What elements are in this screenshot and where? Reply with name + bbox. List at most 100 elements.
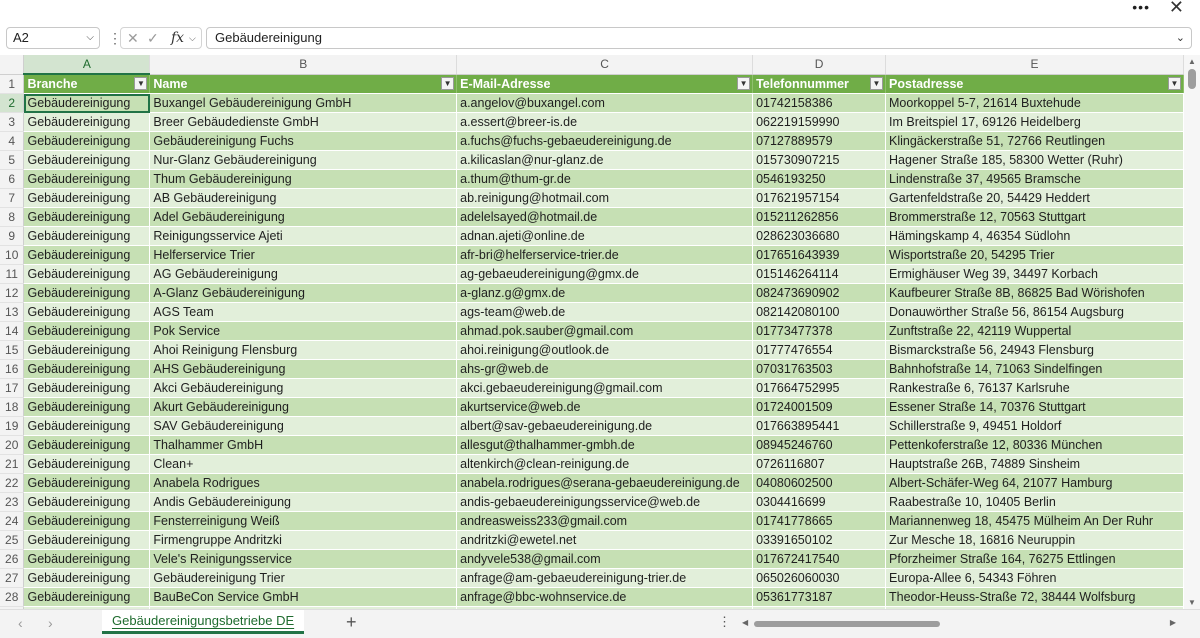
filter-dropdown-icon[interactable]: ▼ xyxy=(134,77,148,90)
cell-telefon[interactable]: 07127889579 xyxy=(752,131,887,151)
table-header-telefon[interactable]: Telefonnummer ▼ xyxy=(752,74,887,94)
cell-name[interactable]: Clean+ xyxy=(149,454,458,474)
cell-telefon[interactable]: 017664752995 xyxy=(752,378,887,398)
filter-dropdown-icon[interactable]: ▼ xyxy=(1168,76,1181,90)
cell-email[interactable]: a.thum@thum-gr.de xyxy=(456,169,754,189)
cell-name[interactable]: Akurt Gebäudereinigung xyxy=(149,397,458,417)
row-header[interactable]: 26 xyxy=(0,549,25,569)
filter-dropdown-icon[interactable]: ▼ xyxy=(870,76,884,90)
cell-name[interactable]: AG Gebäudereinigung xyxy=(149,264,458,284)
filter-dropdown-icon[interactable]: ▼ xyxy=(737,76,751,90)
cell-email[interactable]: andis-gebaeudereinigungsservice@web.de xyxy=(456,492,754,512)
cell-telefon[interactable]: 017651643939 xyxy=(752,245,887,265)
cell-postadresse[interactable]: Schillerstraße 9, 49451 Holdorf xyxy=(885,416,1184,436)
cell-branche[interactable]: Gebäudereinigung xyxy=(23,226,151,246)
scroll-right-icon[interactable]: ▶ xyxy=(1170,618,1176,627)
cell-email[interactable]: a-glanz.g@gmx.de xyxy=(456,283,754,303)
cell-name[interactable]: Anabela Rodrigues xyxy=(149,473,458,493)
cell-postadresse[interactable]: Brommerstraße 12, 70563 Stuttgart xyxy=(885,207,1184,227)
cell-email[interactable]: adnan.ajeti@online.de xyxy=(456,226,754,246)
cell-branche[interactable]: Gebäudereinigung xyxy=(23,435,151,455)
cell-postadresse[interactable]: Wisportstraße 20, 54295 Trier xyxy=(885,245,1184,265)
cell-telefon[interactable]: 04080602500 xyxy=(752,473,887,493)
cell-postadresse[interactable]: Pforzheimer Straße 164, 76275 Ettlingen xyxy=(885,549,1184,569)
table-header-branche[interactable]: Branche ▼ xyxy=(23,74,151,94)
cell-postadresse[interactable]: Donauwörther Straße 56, 86154 Augsburg xyxy=(885,302,1184,322)
cell-name[interactable]: Gebäudereinigung Trier xyxy=(149,568,458,588)
cell-email[interactable]: ag-gebaeudereinigung@gmx.de xyxy=(456,264,754,284)
previous-sheet-icon[interactable]: ‹ xyxy=(18,615,23,631)
cell-email[interactable]: a.essert@breer-is.de xyxy=(456,112,754,132)
cell-email[interactable]: andreasweiss233@gmail.com xyxy=(456,511,754,531)
row-header[interactable]: 14 xyxy=(0,321,25,341)
row-header[interactable]: 12 xyxy=(0,283,25,303)
row-header[interactable]: 22 xyxy=(0,473,25,493)
cell-telefon[interactable]: 01773477378 xyxy=(752,321,887,341)
cell-email[interactable]: ags-team@web.de xyxy=(456,302,754,322)
cell-name[interactable]: Firmengruppe Andritzki xyxy=(149,530,458,550)
chevron-down-icon[interactable]: ⌵ xyxy=(86,28,94,48)
row-header[interactable]: 20 xyxy=(0,435,25,455)
cell-telefon[interactable]: 062219159990 xyxy=(752,112,887,132)
cell-name[interactable]: Helferservice Trier xyxy=(149,245,458,265)
scroll-left-icon[interactable]: ◀ xyxy=(742,618,748,627)
cell-branche[interactable]: Gebäudereinigung xyxy=(23,264,151,284)
cell-branche[interactable]: Gebäudereinigung xyxy=(23,549,151,569)
column-header-a[interactable]: A xyxy=(23,55,151,75)
cell-postadresse[interactable]: Ermighäuser Weg 39, 34497 Korbach xyxy=(885,264,1184,284)
cell-name[interactable]: Fensterreinigung Weiß xyxy=(149,511,458,531)
cell-name[interactable]: Reinigungsservice Ajeti xyxy=(149,226,458,246)
cell-branche[interactable]: Gebäudereinigung xyxy=(23,378,151,398)
cell-name[interactable]: Nur-Glanz Gebäudereinigung xyxy=(149,150,458,170)
row-header[interactable]: 18 xyxy=(0,397,25,417)
cell-postadresse[interactable]: Theodor-Heuss-Straße 72, 38444 Wolfsburg xyxy=(885,587,1184,607)
cell-postadresse[interactable]: Hagener Straße 185, 58300 Wetter (Ruhr) xyxy=(885,150,1184,170)
row-header[interactable]: 23 xyxy=(0,492,25,512)
cell-postadresse[interactable]: Gartenfeldstraße 20, 54429 Heddert xyxy=(885,188,1184,208)
cell-postadresse[interactable]: Lindenstraße 37, 49565 Bramsche xyxy=(885,169,1184,189)
row-header[interactable]: 27 xyxy=(0,568,25,588)
cell-telefon[interactable]: 03391650102 xyxy=(752,530,887,550)
cell-telefon[interactable]: 08945246760 xyxy=(752,435,887,455)
scroll-up-icon[interactable]: ▲ xyxy=(1188,57,1196,66)
cell-branche[interactable]: Gebäudereinigung xyxy=(23,283,151,303)
more-options-icon[interactable]: ••• xyxy=(1132,0,1150,14)
row-header[interactable]: 19 xyxy=(0,416,25,436)
row-header[interactable]: 21 xyxy=(0,454,25,474)
sheet-options-icon[interactable]: ⋮ xyxy=(718,615,731,629)
cell-email[interactable]: afr-bri@helferservice-trier.de xyxy=(456,245,754,265)
cell-name[interactable]: Breer Gebäudedienste GmbH xyxy=(149,112,458,132)
cell-postadresse[interactable]: Bismarckstraße 56, 24943 Flensburg xyxy=(885,340,1184,360)
row-header[interactable]: 28 xyxy=(0,587,25,607)
cell-email[interactable]: altenkirch@clean-reinigung.de xyxy=(456,454,754,474)
cell-telefon[interactable]: 082473690902 xyxy=(752,283,887,303)
row-header[interactable]: 13 xyxy=(0,302,25,322)
column-header-d[interactable]: D xyxy=(752,55,887,75)
cell-postadresse[interactable]: Zur Mesche 18, 16816 Neuruppin xyxy=(885,530,1184,550)
cell-telefon[interactable]: 015146264114 xyxy=(752,264,887,284)
cell-telefon[interactable]: 065026060030 xyxy=(752,568,887,588)
cell-branche[interactable]: Gebäudereinigung xyxy=(23,245,151,265)
cell-branche[interactable]: Gebäudereinigung xyxy=(23,511,151,531)
cell-telefon[interactable]: 0546193250 xyxy=(752,169,887,189)
cell-postadresse[interactable]: Europa-Allee 6, 54343 Föhren xyxy=(885,568,1184,588)
cell-postadresse[interactable]: Mariannenweg 18, 45475 Mülheim An Der Ru… xyxy=(885,511,1184,531)
cell-telefon[interactable]: 07031763503 xyxy=(752,359,887,379)
row-header[interactable]: 2 xyxy=(0,93,25,113)
row-header[interactable]: 16 xyxy=(0,359,25,379)
cell-branche[interactable]: Gebäudereinigung xyxy=(23,321,151,341)
cell-name[interactable]: Vele's Reinigungsservice xyxy=(149,549,458,569)
chevron-down-icon[interactable]: ⌵ xyxy=(189,28,196,48)
cell-branche[interactable]: Gebäudereinigung xyxy=(23,359,151,379)
cell-branche[interactable]: Gebäudereinigung xyxy=(23,530,151,550)
cell-postadresse[interactable]: Moorkoppel 5-7, 21614 Buxtehude xyxy=(885,93,1184,113)
cell-name[interactable]: Gebäudereinigung Fuchs xyxy=(149,131,458,151)
column-header-e[interactable]: E xyxy=(885,55,1184,75)
cell-telefon[interactable]: 017663895441 xyxy=(752,416,887,436)
table-header-postadresse[interactable]: Postadresse ▼ xyxy=(885,74,1184,94)
filter-dropdown-icon[interactable]: ▼ xyxy=(441,76,455,90)
cell-postadresse[interactable]: Albert-Schäfer-Weg 64, 21077 Hamburg xyxy=(885,473,1184,493)
cell-name[interactable]: SAV Gebäudereinigung xyxy=(149,416,458,436)
cell-name[interactable]: BauBeCon Service GmbH xyxy=(149,587,458,607)
row-header[interactable]: 1 xyxy=(0,74,25,94)
